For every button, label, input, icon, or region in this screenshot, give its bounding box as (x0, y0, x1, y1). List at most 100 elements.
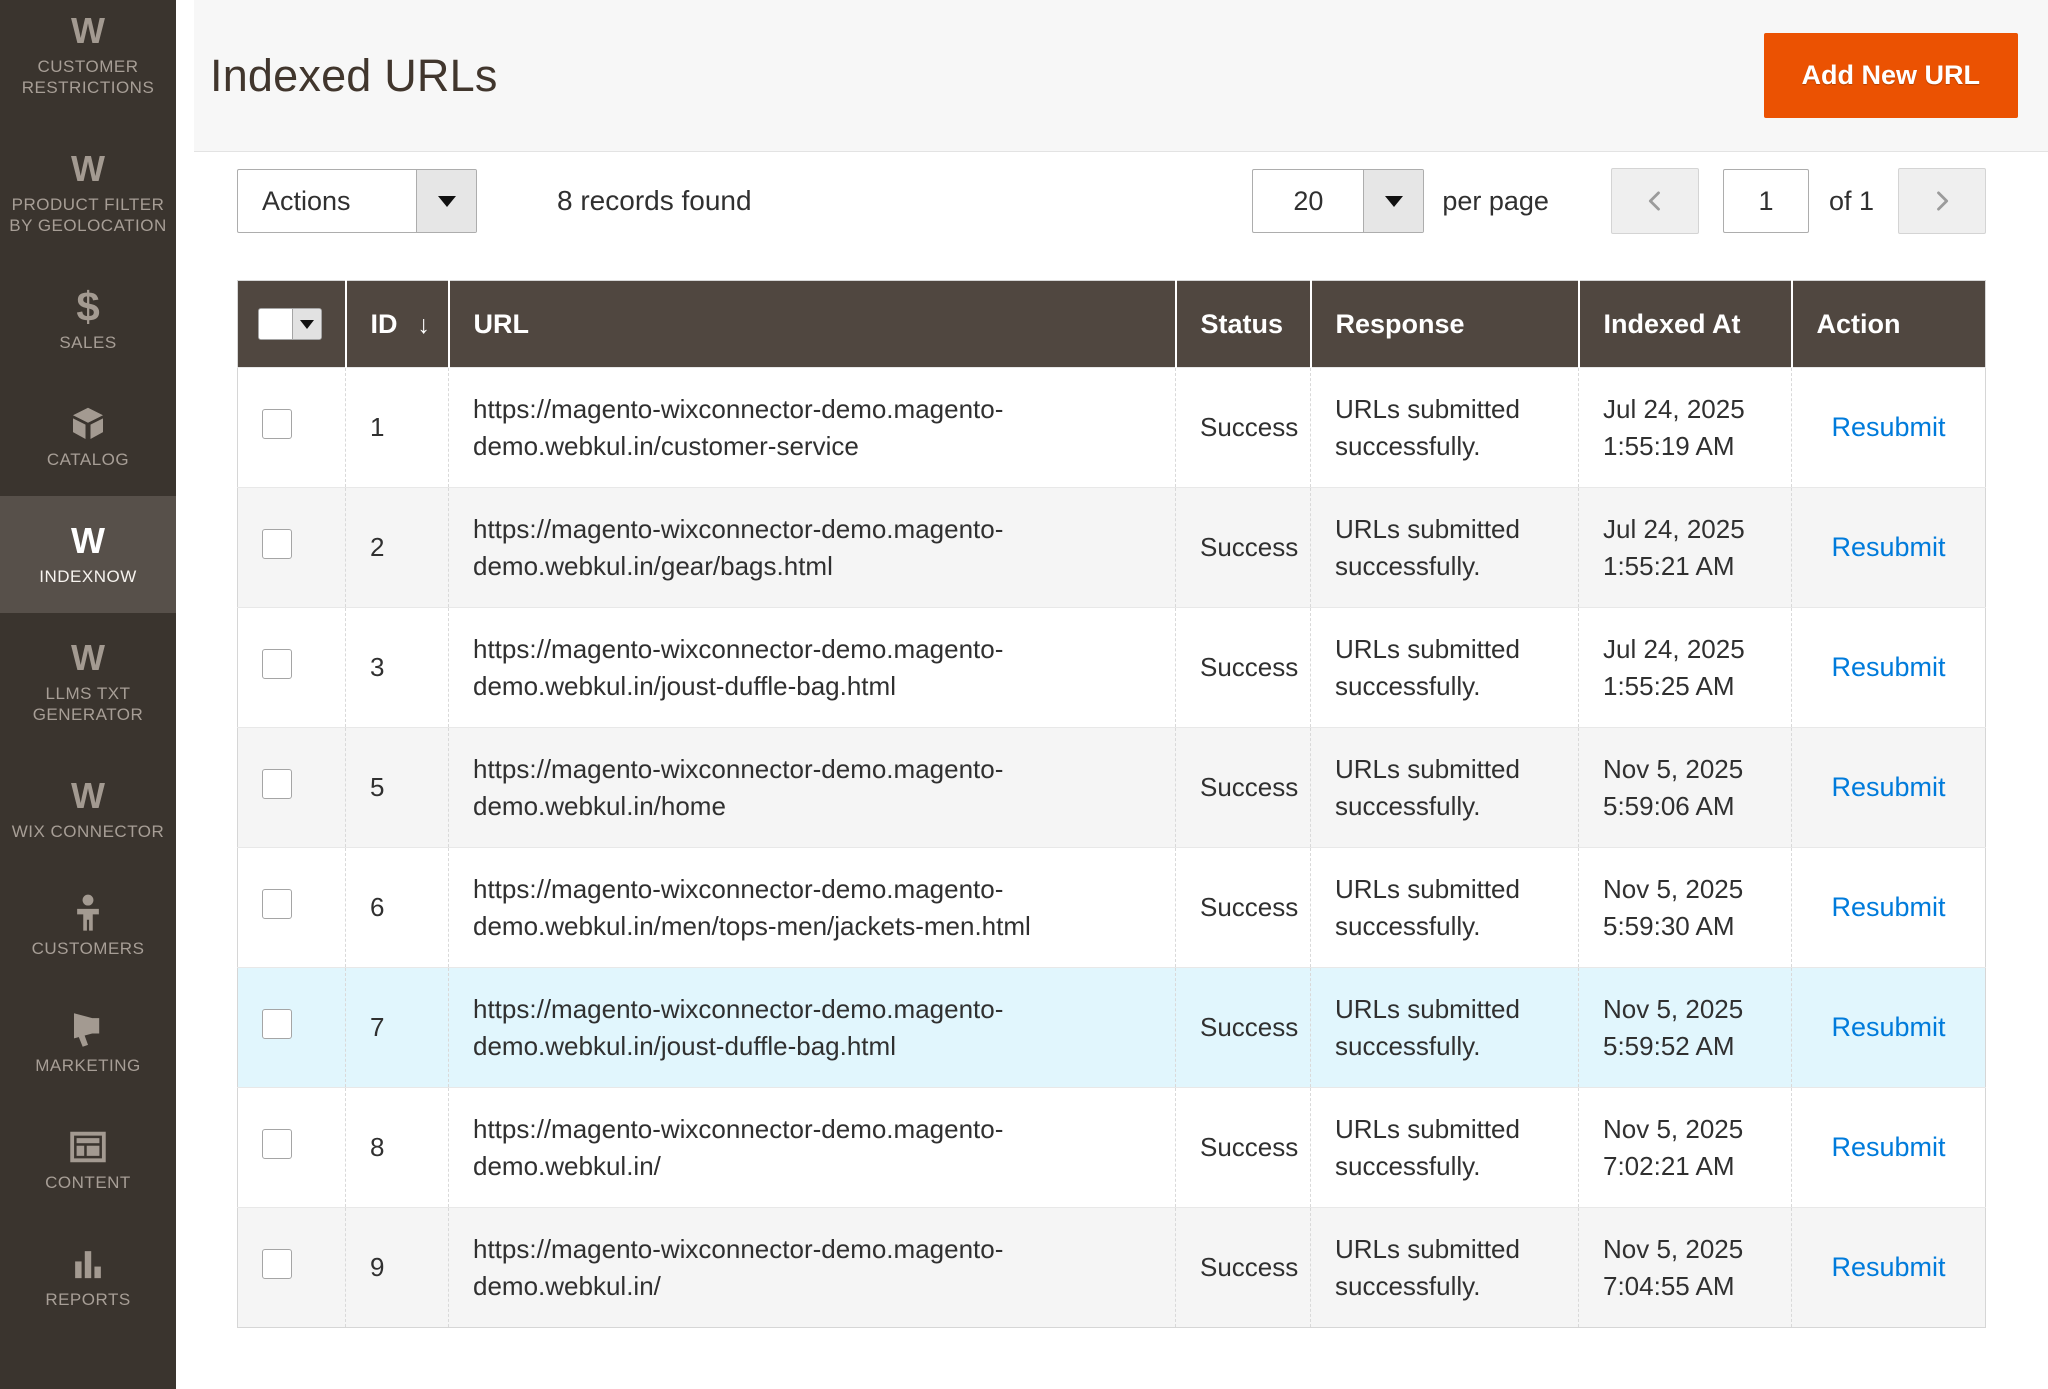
cell-response: URLs submitted successfully. (1335, 1231, 1540, 1305)
select-all-dropdown[interactable] (258, 308, 322, 340)
column-header-indexed-at[interactable]: Indexed At (1579, 281, 1792, 368)
resubmit-link[interactable]: Resubmit (1831, 1012, 1945, 1042)
table-row: 5 https://magento-wixconnector-demo.mage… (238, 728, 1986, 848)
column-header-action: Action (1792, 281, 1986, 368)
row-checkbox[interactable] (262, 409, 292, 439)
cell-indexed-at: Nov 5, 2025 5:59:06 AM (1603, 751, 1783, 825)
previous-page-button[interactable] (1611, 168, 1699, 234)
cell-id: 1 (346, 368, 449, 488)
cell-response: URLs submitted successfully. (1335, 871, 1540, 945)
row-checkbox[interactable] (262, 1009, 292, 1039)
sort-descending-icon: ↓ (418, 311, 431, 339)
sidebar-item-content[interactable]: CONTENT (0, 1102, 176, 1219)
indexed-urls-table: ID↓ URL Status Response Indexed At Actio… (237, 280, 1986, 1328)
table-row: 6 https://magento-wixconnector-demo.mage… (238, 848, 1986, 968)
page-header: Indexed URLs Add New URL (194, 0, 2048, 152)
grid-toolbar: Actions 8 records found 20 per page 1 of… (237, 168, 1986, 234)
column-header-response[interactable]: Response (1311, 281, 1579, 368)
sidebar-item-indexnow[interactable]: W INDEXNOW (0, 496, 176, 613)
cell-status: Success (1176, 608, 1311, 728)
column-header-url[interactable]: URL (449, 281, 1176, 368)
cell-url: https://magento-wixconnector-demo.magent… (473, 751, 1058, 825)
cell-id: 9 (346, 1208, 449, 1328)
cell-status: Success (1176, 728, 1311, 848)
resubmit-link[interactable]: Resubmit (1831, 1252, 1945, 1282)
cell-status: Success (1176, 368, 1311, 488)
sidebar: W CUSTOMER RESTRICTIONS W PRODUCT FILTER… (0, 0, 176, 1389)
cell-status: Success (1176, 1088, 1311, 1208)
sidebar-item-customer-restrictions[interactable]: W CUSTOMER RESTRICTIONS (0, 0, 176, 124)
webkul-w-icon: W (6, 520, 170, 562)
table-row-highlighted: 7 https://magento-wixconnector-demo.mage… (238, 968, 1986, 1088)
person-icon (6, 892, 170, 934)
select-all-checkbox[interactable] (259, 309, 293, 339)
bar-chart-icon (6, 1243, 170, 1285)
chevron-down-icon[interactable] (293, 309, 321, 339)
cell-status: Success (1176, 488, 1311, 608)
cell-id: 2 (346, 488, 449, 608)
cell-id: 7 (346, 968, 449, 1088)
resubmit-link[interactable]: Resubmit (1831, 532, 1945, 562)
sidebar-item-wix-connector[interactable]: W WIX CONNECTOR (0, 751, 176, 868)
page-of-label: of 1 (1829, 186, 1874, 217)
main-content: Indexed URLs Add New URL Actions 8 recor… (176, 0, 2048, 1389)
row-checkbox[interactable] (262, 889, 292, 919)
cell-indexed-at: Jul 24, 2025 1:55:21 AM (1603, 511, 1783, 585)
dollar-icon: $ (6, 286, 170, 328)
resubmit-link[interactable]: Resubmit (1831, 892, 1945, 922)
next-page-button[interactable] (1898, 168, 1986, 234)
per-page-dropdown[interactable]: 20 (1252, 169, 1424, 233)
cell-id: 5 (346, 728, 449, 848)
content-icon (6, 1126, 170, 1168)
cell-response: URLs submitted successfully. (1335, 391, 1540, 465)
row-checkbox[interactable] (262, 1249, 292, 1279)
table-row: 1 https://magento-wixconnector-demo.mage… (238, 368, 1986, 488)
table-header-row: ID↓ URL Status Response Indexed At Actio… (238, 281, 1986, 368)
row-checkbox[interactable] (262, 649, 292, 679)
webkul-w-icon: W (6, 637, 170, 679)
sidebar-item-catalog[interactable]: CATALOG (0, 379, 176, 496)
cell-id: 3 (346, 608, 449, 728)
sidebar-item-customers[interactable]: CUSTOMERS (0, 868, 176, 985)
per-page-label: per page (1442, 186, 1549, 217)
resubmit-link[interactable]: Resubmit (1831, 652, 1945, 682)
cell-indexed-at: Nov 5, 2025 5:59:30 AM (1603, 871, 1783, 945)
webkul-w-icon: W (6, 775, 170, 817)
actions-dropdown[interactable]: Actions (237, 169, 477, 233)
table-row: 3 https://magento-wixconnector-demo.mage… (238, 608, 1986, 728)
row-checkbox[interactable] (262, 769, 292, 799)
per-page-value: 20 (1253, 170, 1363, 232)
cell-indexed-at: Nov 5, 2025 7:04:55 AM (1603, 1231, 1783, 1305)
table-row: 9 https://magento-wixconnector-demo.mage… (238, 1208, 1986, 1328)
row-checkbox[interactable] (262, 529, 292, 559)
sidebar-item-product-filter-by-geolocation[interactable]: W PRODUCT FILTER BY GEOLOCATION (0, 124, 176, 262)
chevron-down-icon[interactable] (1363, 170, 1423, 232)
page-title: Indexed URLs (210, 50, 498, 102)
sidebar-item-reports[interactable]: REPORTS (0, 1219, 176, 1336)
add-new-url-button[interactable]: Add New URL (1764, 33, 2019, 118)
resubmit-link[interactable]: Resubmit (1831, 412, 1945, 442)
cell-indexed-at: Jul 24, 2025 1:55:19 AM (1603, 391, 1783, 465)
cell-url: https://magento-wixconnector-demo.magent… (473, 991, 1058, 1065)
resubmit-link[interactable]: Resubmit (1831, 772, 1945, 802)
row-checkbox[interactable] (262, 1129, 292, 1159)
cell-indexed-at: Nov 5, 2025 5:59:52 AM (1603, 991, 1783, 1065)
resubmit-link[interactable]: Resubmit (1831, 1132, 1945, 1162)
webkul-w-icon: W (6, 10, 170, 52)
sidebar-item-sales[interactable]: $ SALES (0, 262, 176, 379)
cell-url: https://magento-wixconnector-demo.magent… (473, 511, 1058, 585)
page-number-input[interactable]: 1 (1723, 169, 1809, 233)
chevron-down-icon[interactable] (416, 170, 476, 232)
chevron-right-icon (1928, 185, 1956, 217)
cell-status: Success (1176, 968, 1311, 1088)
cell-response: URLs submitted successfully. (1335, 511, 1540, 585)
cell-url: https://magento-wixconnector-demo.magent… (473, 871, 1058, 945)
sidebar-item-marketing[interactable]: MARKETING (0, 985, 176, 1102)
column-header-status[interactable]: Status (1176, 281, 1311, 368)
cell-response: URLs submitted successfully. (1335, 1111, 1540, 1185)
cell-url: https://magento-wixconnector-demo.magent… (473, 631, 1058, 705)
sidebar-item-llms-txt-generator[interactable]: W LLMS TXT GENERATOR (0, 613, 176, 751)
records-found-text: 8 records found (557, 185, 752, 217)
cell-indexed-at: Jul 24, 2025 1:55:25 AM (1603, 631, 1783, 705)
column-header-id[interactable]: ID↓ (346, 281, 449, 368)
